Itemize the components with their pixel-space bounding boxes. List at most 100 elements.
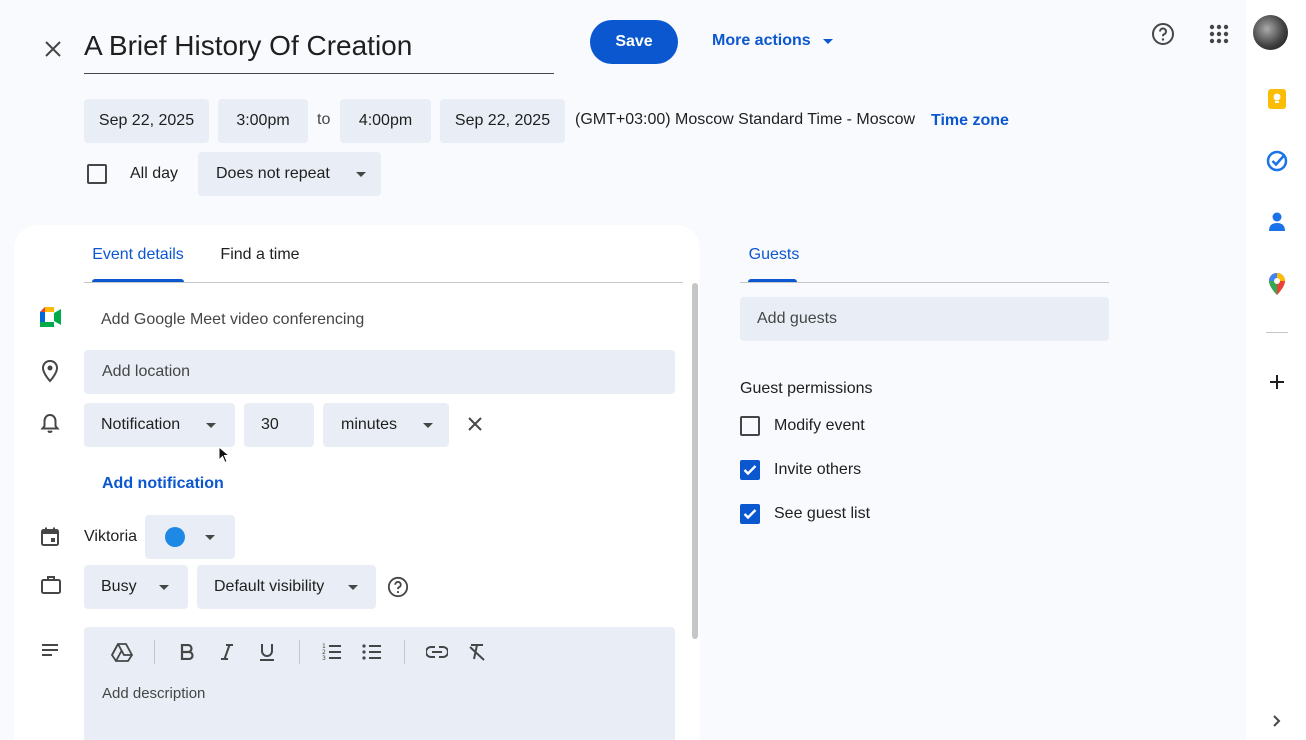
notification-type-select[interactable]: Notification <box>84 403 235 447</box>
italic-button[interactable] <box>213 638 241 666</box>
visibility-value: Default visibility <box>214 578 325 595</box>
toolbar-separator <box>404 640 405 664</box>
timezone-text: (GMT+03:00) Moscow Standard Time - Mosco… <box>575 111 916 128</box>
add-guests-input[interactable]: Add guests <box>740 297 1109 341</box>
close-button[interactable] <box>36 32 70 66</box>
permission-invite-others[interactable]: Invite others <box>740 460 861 480</box>
chevron-right-icon <box>1273 715 1281 727</box>
tab-event-details[interactable]: Event details <box>84 244 192 282</box>
chevron-down-icon <box>158 584 169 590</box>
add-meet-button[interactable]: Add Google Meet video conferencing <box>101 311 364 329</box>
contacts-icon <box>1269 212 1285 231</box>
permission-label: See guest list <box>774 505 871 522</box>
permission-label: Invite others <box>774 461 862 478</box>
invite-others-checkbox[interactable] <box>740 460 760 480</box>
italic-icon <box>221 644 233 660</box>
event-title-input[interactable]: A Brief History Of Creation <box>84 26 554 74</box>
event-title-text: A Brief History Of Creation <box>84 30 413 61</box>
tasks-icon <box>1266 150 1288 172</box>
add-notification-button[interactable]: Add notification <box>102 475 224 493</box>
notification-unit-value: minutes <box>341 416 398 433</box>
repeat-select[interactable]: Does not repeat <box>198 152 381 196</box>
calendar-color-swatch <box>165 527 185 547</box>
availability-select[interactable]: Busy <box>84 565 188 609</box>
maps-button[interactable] <box>1264 271 1290 297</box>
chevron-down-icon <box>423 422 434 428</box>
insert-link-button[interactable] <box>423 638 451 666</box>
chevron-down-icon <box>355 171 366 177</box>
notification-value-text: 30 <box>261 416 279 433</box>
end-time-field[interactable]: 4:00pm <box>340 99 431 143</box>
permission-label: Modify event <box>774 417 865 434</box>
end-date-field[interactable]: Sep 22, 2025 <box>440 99 565 143</box>
svg-text:3: 3 <box>322 655 326 661</box>
timezone-link[interactable]: Time zone <box>931 112 1009 130</box>
formatting-toolbar: 123 <box>108 638 491 666</box>
add-addon-button[interactable] <box>1264 369 1290 395</box>
tasks-button[interactable] <box>1264 148 1290 174</box>
plus-icon <box>1270 375 1284 389</box>
briefcase-icon <box>40 575 64 599</box>
avatar[interactable] <box>1253 15 1288 50</box>
add-guests-placeholder: Add guests <box>757 310 838 327</box>
location-placeholder: Add location <box>102 363 191 380</box>
location-icon <box>40 359 64 383</box>
more-actions-button[interactable]: More actions <box>712 30 833 52</box>
all-day-label: All day <box>130 165 179 182</box>
description-editor[interactable]: 123 Add description <box>84 627 675 740</box>
tab-find-time[interactable]: Find a time <box>210 244 310 282</box>
numbered-list-icon: 123 <box>322 643 341 661</box>
bold-button[interactable] <box>173 638 201 666</box>
save-button[interactable]: Save <box>590 20 678 64</box>
modify-event-checkbox[interactable] <box>740 416 760 436</box>
chevron-down-icon <box>205 534 215 540</box>
start-time-text: 3:00pm <box>236 112 290 129</box>
permission-see-guest-list[interactable]: See guest list <box>740 504 870 524</box>
notification-unit-select[interactable]: minutes <box>323 403 449 447</box>
start-time-field[interactable]: 3:00pm <box>218 99 308 143</box>
tab-find-time-label: Find a time <box>220 246 300 263</box>
help-button[interactable] <box>1148 19 1178 49</box>
link-icon <box>426 646 448 658</box>
numbered-list-button[interactable]: 123 <box>318 638 346 666</box>
close-icon <box>45 41 61 57</box>
apps-button[interactable] <box>1204 19 1234 49</box>
drive-attach-button[interactable] <box>108 638 136 666</box>
location-input[interactable]: Add location <box>84 350 675 394</box>
contacts-button[interactable] <box>1264 209 1290 235</box>
clear-formatting-button[interactable] <box>463 638 491 666</box>
side-panel <box>1246 0 1306 740</box>
chevron-down-icon <box>348 584 359 590</box>
clear-formatting-icon <box>469 644 485 661</box>
tab-guests[interactable]: Guests <box>740 244 808 282</box>
checkmark-icon <box>743 509 757 520</box>
notification-value-input[interactable]: 30 <box>244 403 314 447</box>
keep-button[interactable] <box>1264 86 1290 112</box>
to-label: to <box>317 111 331 128</box>
calendar-owner-label: Viktoria <box>84 528 138 545</box>
description-icon <box>40 642 64 666</box>
keep-icon <box>1268 89 1286 109</box>
underline-button[interactable] <box>253 638 281 666</box>
permission-modify-event[interactable]: Modify event <box>740 416 865 436</box>
help-icon <box>1152 23 1174 45</box>
close-icon <box>468 417 482 431</box>
save-button-label: Save <box>615 33 653 50</box>
start-date-text: Sep 22, 2025 <box>98 112 195 129</box>
bulleted-list-button[interactable] <box>358 638 386 666</box>
details-scrollbar[interactable] <box>692 283 698 639</box>
calendar-color-select[interactable] <box>145 515 235 559</box>
visibility-select[interactable]: Default visibility <box>197 565 376 609</box>
see-guest-list-checkbox[interactable] <box>740 504 760 524</box>
chevron-down-icon <box>206 422 217 428</box>
drive-icon <box>111 643 133 662</box>
expand-panel-button[interactable] <box>1266 710 1288 732</box>
start-date-field[interactable]: Sep 22, 2025 <box>84 99 209 143</box>
checkmark-icon <box>743 465 757 476</box>
notification-type-value: Notification <box>101 416 181 433</box>
remove-notification-button[interactable] <box>462 411 488 437</box>
all-day-checkbox[interactable] <box>87 164 107 184</box>
availability-value: Busy <box>101 578 137 595</box>
visibility-help-button[interactable] <box>386 575 410 599</box>
tabs-divider <box>84 282 683 283</box>
